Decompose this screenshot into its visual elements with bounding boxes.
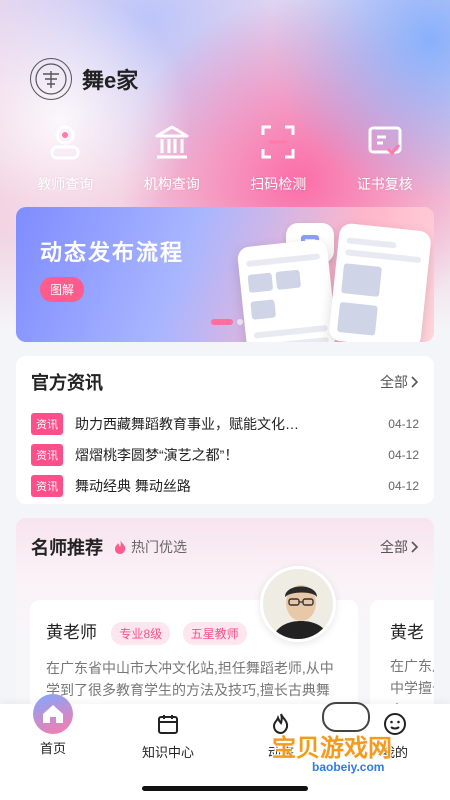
teachers-header: 名师推荐 热门优选 全部: [31, 518, 419, 576]
teacher-icon: [45, 122, 85, 162]
news-tag: 资讯: [31, 443, 63, 466]
certificate-icon: [365, 122, 405, 162]
tab-label: 知识中心: [141, 745, 194, 760]
tab-label: 首页: [39, 741, 66, 756]
app-logo: [30, 58, 72, 100]
pagination-dot[interactable]: [237, 319, 243, 325]
quick-action-label: 教师查询: [37, 176, 94, 192]
hot-pick-text: 热门优选: [131, 539, 187, 555]
news-tag: 资讯: [31, 412, 63, 435]
news-tag: 资讯: [31, 474, 63, 497]
tab-home[interactable]: 首页: [8, 694, 98, 757]
home-indicator: [142, 786, 308, 791]
phone-mockup-front: [328, 222, 432, 342]
promo-banner[interactable]: 动态发布流程 图解: [16, 207, 434, 342]
teacher-name: 黄老: [390, 623, 424, 642]
featured-teachers-section: 名师推荐 热门优选 全部 黄老师 专业8级 五星教师 在广东省中山市大冲文化站,…: [16, 518, 434, 718]
news-item[interactable]: 资讯 助力西藏舞蹈教育事业，赋能文化… 04-12: [31, 408, 419, 439]
quick-action-teacher[interactable]: 教师查询: [15, 122, 115, 194]
quick-action-scan[interactable]: 扫码检测: [228, 122, 328, 194]
news-date: 04-12: [388, 478, 419, 493]
chevron-right-icon: [411, 541, 419, 553]
news-item[interactable]: 资讯 熠熠桃李圆梦“演艺之都”！ 04-12: [31, 439, 419, 470]
news-text: 熠熠桃李圆梦“演艺之都”！: [75, 446, 239, 463]
quick-action-label: 证书复核: [356, 176, 413, 192]
more-label: 全部: [380, 374, 408, 390]
institution-icon: [152, 122, 192, 162]
more-label: 全部: [380, 539, 408, 555]
banner-pagination: [211, 319, 253, 325]
teacher-card[interactable]: 黄老 在广东从中学擅长古: [370, 600, 434, 718]
teacher-badge: 专业8级: [111, 622, 171, 646]
news-item[interactable]: 资讯 舞动经典 舞动丝路 04-12: [31, 470, 419, 501]
watermark-url: baobeiy.com: [312, 760, 385, 774]
scan-icon: [258, 122, 298, 162]
pagination-dot[interactable]: [247, 319, 253, 325]
quick-action-label: 机构查询: [143, 176, 200, 192]
teacher-avatar[interactable]: [260, 566, 336, 642]
teachers-title: 名师推荐: [31, 538, 103, 558]
quick-actions: 教师查询 机构查询 扫码检测 证书复核: [0, 122, 450, 194]
chevron-right-icon: [411, 376, 419, 388]
news-title: 官方资讯: [31, 373, 103, 393]
banner-title: 动态发布流程: [40, 240, 185, 265]
app-name: 舞e家: [82, 68, 139, 93]
app-header: 舞e家: [30, 58, 138, 100]
tab-knowledge-center[interactable]: 知识中心: [123, 710, 213, 761]
hot-pick-label: 热门优选: [113, 537, 187, 557]
phone-mockup-back: [236, 238, 338, 342]
logo-seal-icon: [35, 63, 67, 95]
fire-icon: [115, 540, 126, 554]
watermark-text: 宝贝游戏网: [272, 735, 392, 762]
teachers-more-link[interactable]: 全部: [380, 537, 419, 557]
banner-button[interactable]: 图解: [40, 277, 85, 302]
news-text: 助力西藏舞蹈教育事业，赋能文化…: [75, 415, 299, 432]
teacher-name: 黄老师: [46, 623, 97, 642]
teacher-badge: 五星教师: [182, 622, 247, 646]
quick-action-institution[interactable]: 机构查询: [122, 122, 222, 194]
pagination-dot-active[interactable]: [211, 319, 233, 325]
quick-action-certificate[interactable]: 证书复核: [335, 122, 435, 194]
home-icon: [33, 694, 73, 734]
news-header: 官方资讯 全部: [31, 356, 419, 408]
news-more-link[interactable]: 全部: [380, 372, 419, 392]
official-news-section: 官方资讯 全部 资讯 助力西藏舞蹈教育事业，赋能文化… 04-12 资讯 熠熠桃…: [16, 356, 434, 504]
news-date: 04-12: [388, 416, 419, 431]
teacher-description: 在广东省中山市大冲文化站,担任舞蹈老师,从中学到了很多教育学生的方法及技巧,擅长…: [46, 660, 334, 699]
news-text: 舞动经典 舞动丝路: [75, 477, 191, 494]
calendar-icon: [157, 710, 179, 738]
news-date: 04-12: [388, 447, 419, 462]
quick-action-label: 扫码检测: [250, 176, 307, 192]
teachers-header-left: 名师推荐 热门优选: [31, 534, 187, 560]
